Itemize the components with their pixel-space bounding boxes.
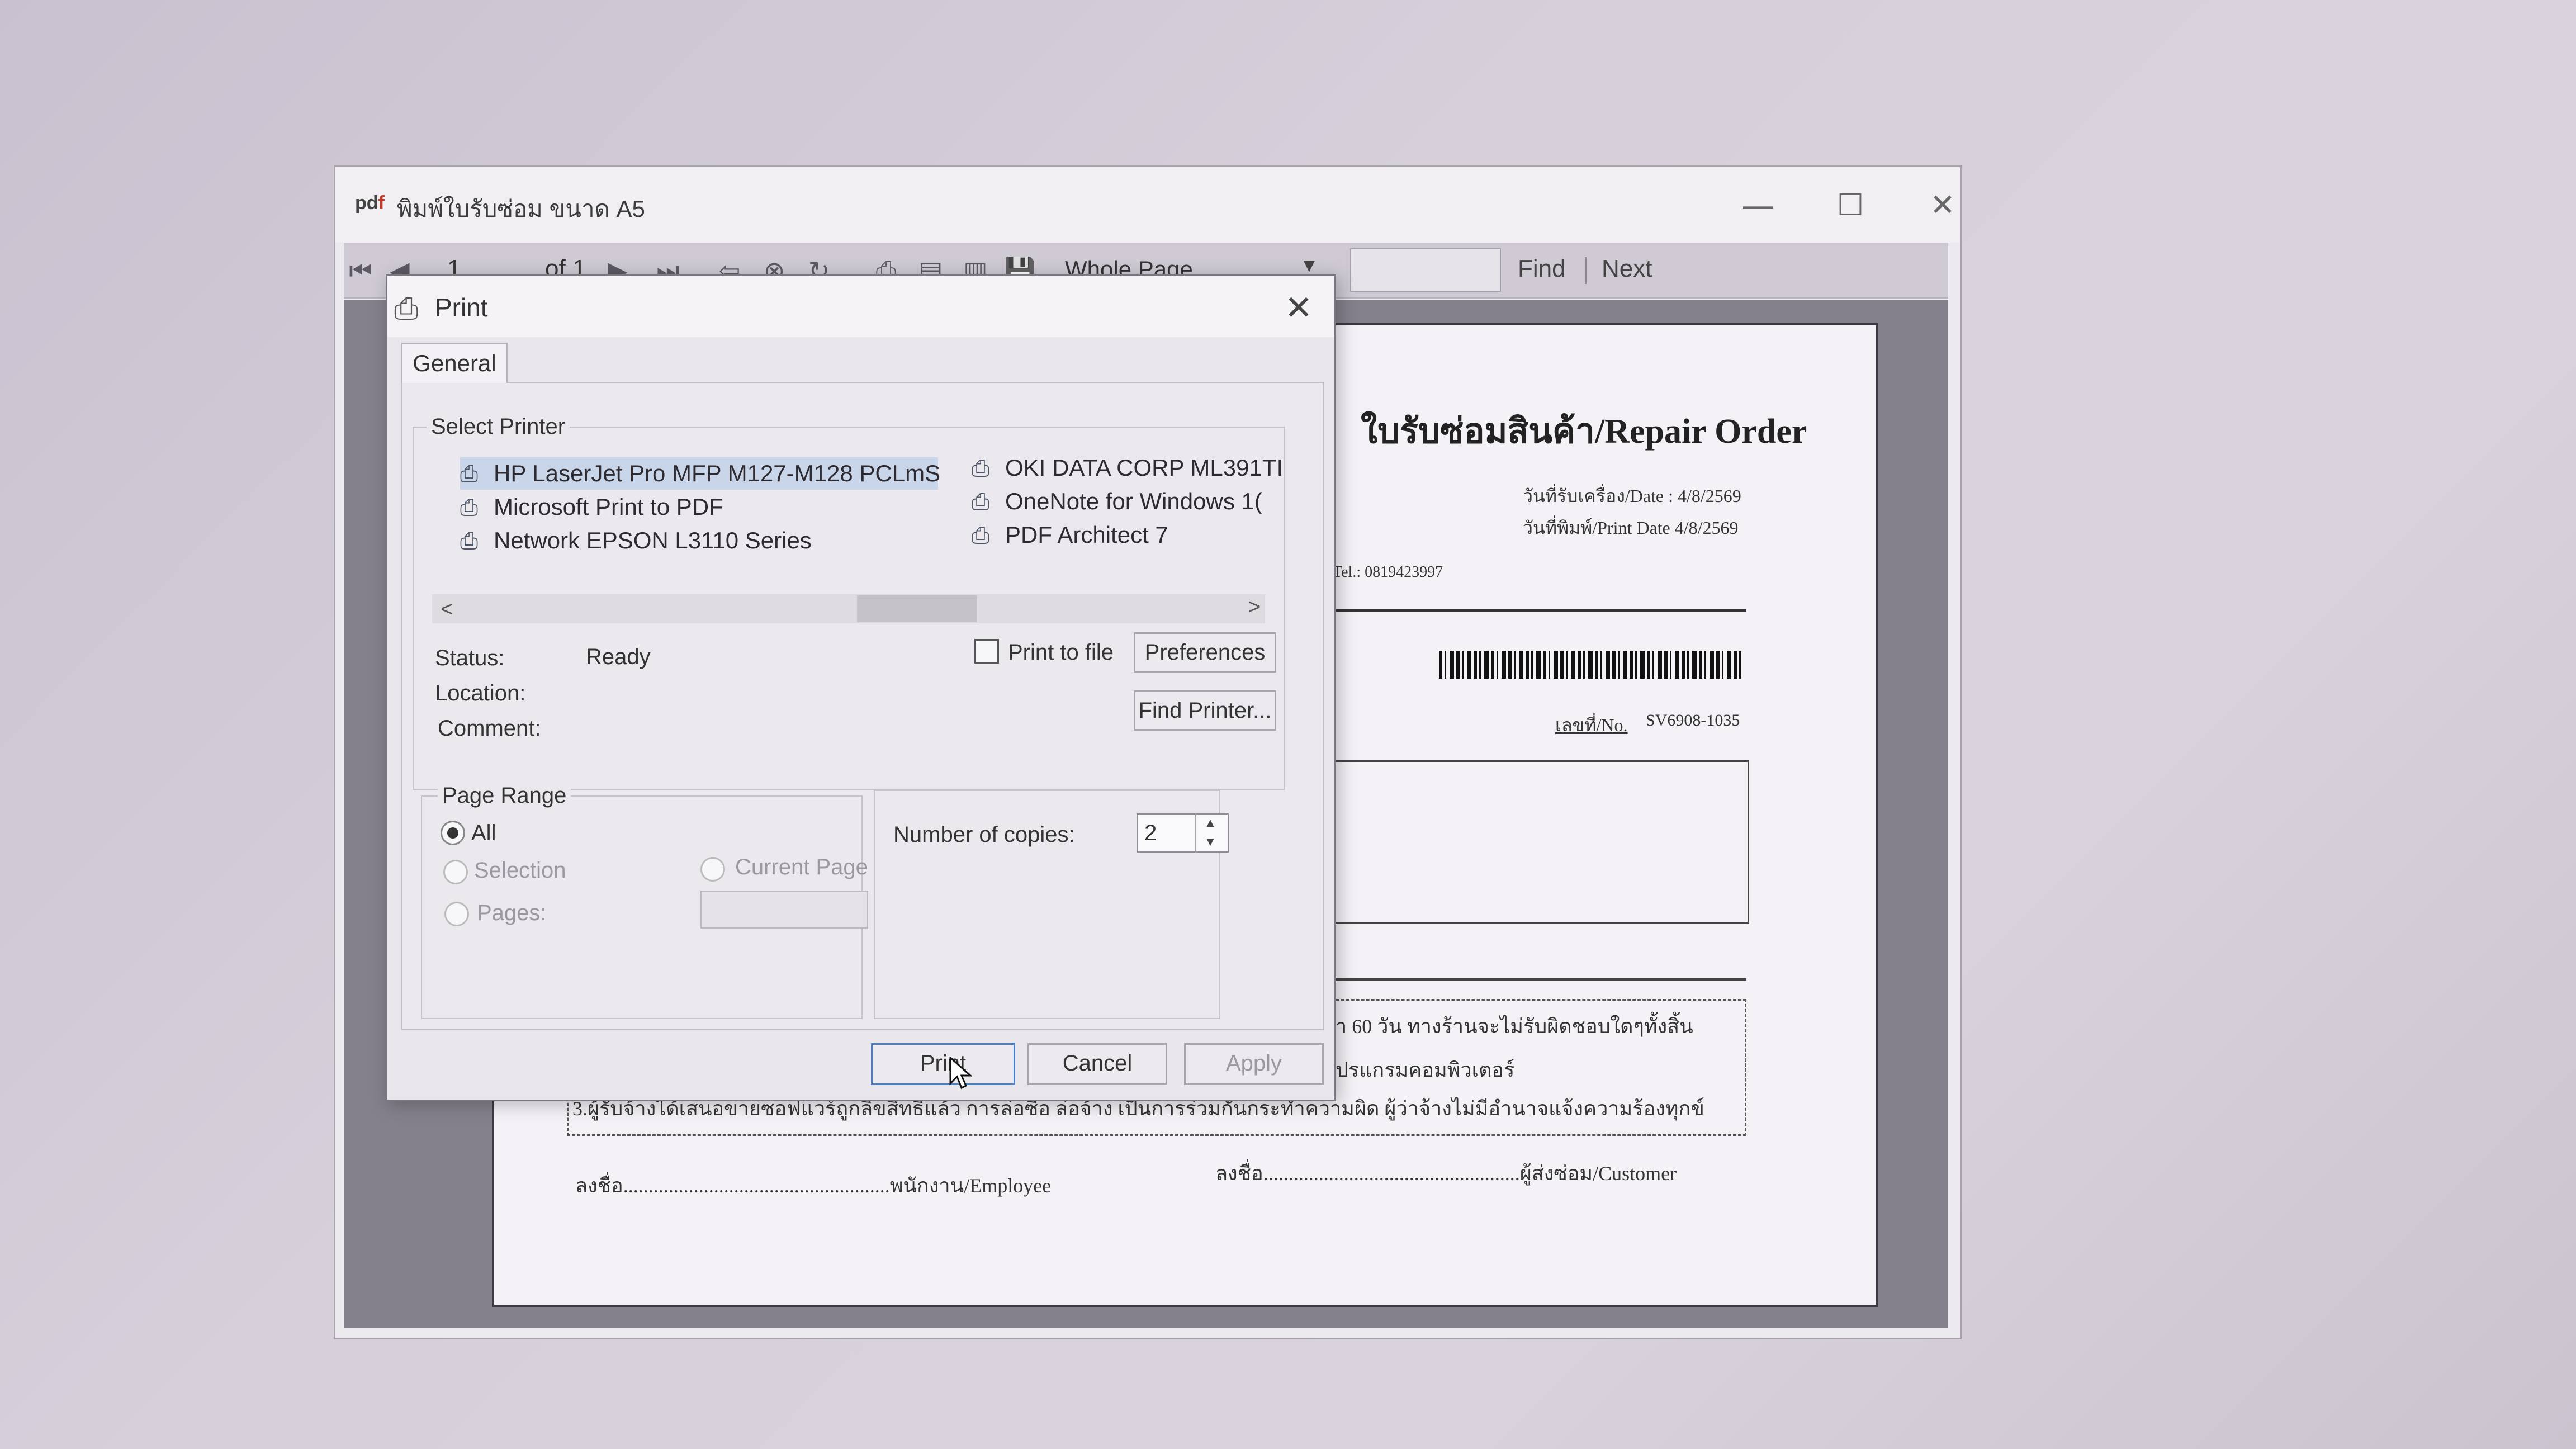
chevron-left-icon[interactable]: < (441, 598, 453, 622)
barcode (1439, 651, 1741, 679)
print-dialog: ⎙ Print ✕ General Select Printer ⎙ HP Las… (386, 274, 1336, 1101)
printer-name: HP LaserJet Pro MFP M127-M128 PCLmS (494, 460, 941, 486)
printer-item[interactable]: ⎙ OKI DATA CORP ML391TI (972, 452, 1283, 484)
printer-name: Microsoft Print to PDF (494, 494, 723, 520)
toolbar-separator (1585, 257, 1587, 284)
printer-item[interactable]: ⎙ OneNote for Windows 1( (972, 485, 1262, 518)
preferences-button[interactable]: Preferences (1134, 632, 1276, 673)
term-line-1: า 60 วัน ทางร้านจะไม่รับผิดชอบใดๆทั้งสิ้… (1336, 1015, 1693, 1038)
printer-icon: ⎙ (460, 529, 478, 553)
status-value: Ready (586, 645, 651, 669)
find-next-link[interactable]: Next (1602, 255, 1652, 283)
order-number: SV6908-1035 (1646, 711, 1740, 730)
status-label: Status: (435, 646, 505, 670)
location-label: Location: (435, 681, 526, 705)
printer-name: Network EPSON L3110 Series (494, 527, 812, 553)
telephone: Tel.: 0819423997 (1333, 564, 1443, 581)
apply-button[interactable]: Apply (1184, 1043, 1324, 1085)
printer-item[interactable]: ⎙ Network EPSON L3110 Series (460, 524, 812, 557)
employee-signature: ลงชื่อ..................................… (575, 1175, 1052, 1197)
chevron-right-icon[interactable]: > (1248, 595, 1261, 619)
customer-signature: ลงชื่อ..................................… (1215, 1162, 1677, 1185)
select-printer-label: Select Printer (427, 414, 570, 439)
range-pages-radio[interactable] (444, 902, 469, 926)
page-range-label: Page Range (438, 783, 571, 808)
comment-label: Comment: (438, 716, 541, 741)
range-all-radio[interactable] (441, 821, 465, 845)
horizontal-scrollbar[interactable]: < > (432, 594, 1265, 623)
find-printer-button[interactable]: Find Printer... (1134, 690, 1276, 731)
tab-general[interactable]: General (401, 343, 508, 383)
divider (1333, 978, 1746, 981)
copies-label: Number of copies: (893, 822, 1075, 847)
order-number-label: เลขที่/No. (1555, 715, 1628, 735)
find-link[interactable]: Find (1518, 255, 1566, 283)
printer-item[interactable]: ⎙ PDF Architect 7 (972, 519, 1168, 551)
find-input[interactable] (1350, 248, 1501, 292)
print-to-file-checkbox[interactable] (974, 639, 999, 664)
window-title: พิมพ์ใบรับซ่อม ขนาด A5 (397, 196, 645, 222)
close-button[interactable]: ✕ (1909, 183, 1976, 228)
copies-stepper[interactable]: ▲ ▼ (1195, 813, 1224, 853)
range-selection-radio[interactable] (443, 860, 468, 884)
printer-icon: ⎙ (460, 495, 478, 520)
pdf-logo-icon: pdf (355, 192, 385, 214)
range-pages-label[interactable]: Pages: (477, 901, 547, 926)
printer-icon: ⎙ (972, 523, 989, 548)
printer-icon: ⎙ (394, 292, 419, 325)
printer-item[interactable]: ⎙ HP LaserJet Pro MFP M127-M128 PCLmS (460, 457, 941, 490)
dialog-title: Print (435, 293, 488, 322)
document-title: ใบรับซ่อมสินค้า/Repair Order (1361, 413, 1807, 451)
divider (1333, 609, 1746, 612)
minimize-button[interactable]: — (1725, 183, 1792, 228)
printer-icon: ⎙ (972, 490, 989, 514)
range-current-page-label[interactable]: Current Page (735, 855, 868, 880)
dialog-titlebar[interactable]: ⎙ Print ✕ (387, 276, 1334, 337)
range-current-page-radio[interactable] (700, 857, 725, 882)
first-page-icon[interactable]: ⏮ (344, 254, 377, 287)
printer-default-icon: ⎙ (460, 462, 478, 486)
details-box (1333, 760, 1749, 924)
printer-name: OneNote for Windows 1( (1005, 488, 1262, 514)
maximize-button[interactable]: ☐ (1817, 183, 1884, 228)
print-to-file-label[interactable]: Print to file (1008, 640, 1114, 665)
term-line-2: ปรแกรมคอมพิวเตอร์ (1336, 1059, 1515, 1081)
print-button[interactable]: Print (871, 1043, 1015, 1085)
printer-icon: ⎙ (972, 456, 989, 481)
range-selection-label[interactable]: Selection (474, 858, 566, 883)
date-printed: วันที่พิมพ์/Print Date 4/8/2569 (1523, 518, 1739, 538)
window-titlebar[interactable]: pdf พิมพ์ใบรับซ่อม ขนาด A5 — ☐ ✕ (335, 167, 1960, 243)
mouse-cursor-icon (949, 1057, 972, 1090)
cancel-button[interactable]: Cancel (1027, 1043, 1167, 1085)
range-all-label[interactable]: All (471, 821, 496, 846)
printer-item[interactable]: ⎙ Microsoft Print to PDF (460, 491, 723, 523)
dialog-close-icon[interactable]: ✕ (1276, 286, 1321, 330)
printer-name: OKI DATA CORP ML391TI (1005, 454, 1284, 481)
date-received: วันที่รับเครื่อง/Date : 4/8/2569 (1523, 486, 1741, 506)
pages-input[interactable] (700, 891, 868, 929)
scrollbar-thumb[interactable] (857, 595, 977, 622)
printer-name: PDF Architect 7 (1005, 522, 1168, 548)
